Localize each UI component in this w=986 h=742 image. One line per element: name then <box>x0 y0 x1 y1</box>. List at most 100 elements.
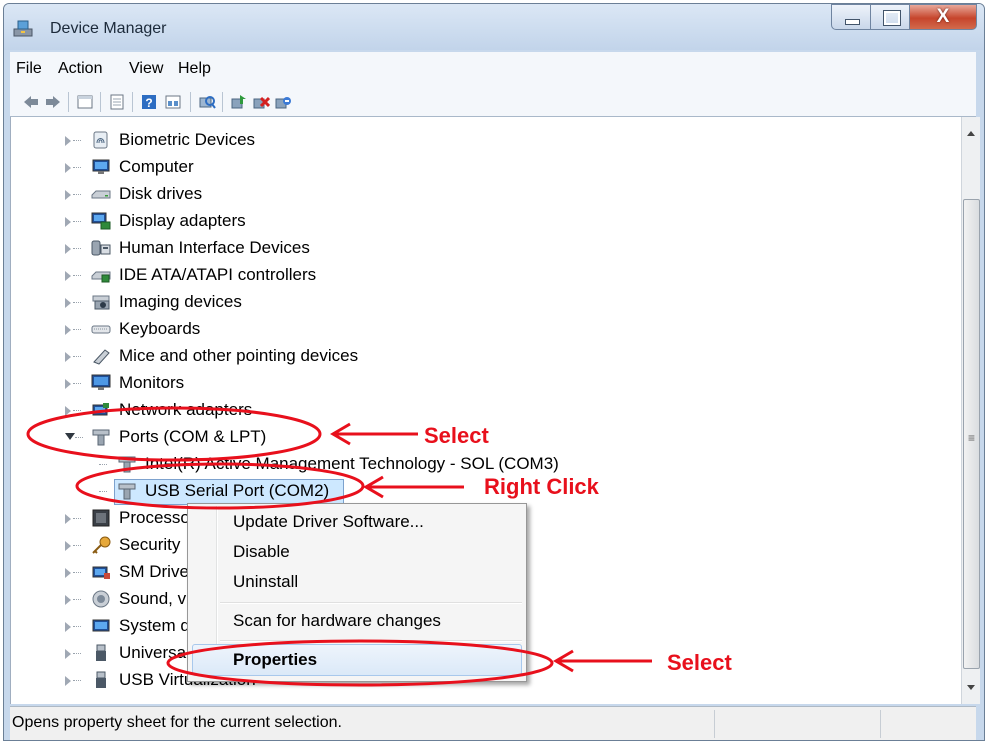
menu-file[interactable]: File <box>16 60 42 78</box>
tree-item-label: SM Drive <box>119 562 189 581</box>
tree-item-label: Sound, vi <box>119 589 190 608</box>
tree-item-label: Security <box>119 535 181 554</box>
menu-action[interactable]: Action <box>58 60 102 78</box>
scroll-thumb[interactable]: ≡ <box>963 199 980 669</box>
toolbar-separator <box>100 92 101 112</box>
tree-item-network-adapters[interactable]: Network adapters <box>11 397 951 424</box>
vertical-scrollbar[interactable]: ≡ <box>961 117 980 704</box>
tree-item-human-interface-devices[interactable]: Human Interface Devices <box>11 235 951 262</box>
tree-item-intel-amt-sol[interactable]: Intel(R) Active Management Technology - … <box>11 451 951 478</box>
title-bar[interactable]: Device Manager X <box>4 4 984 50</box>
tree-connector <box>99 464 107 465</box>
update-driver-icon[interactable] <box>230 93 248 111</box>
tree-item-label: Universal <box>119 643 190 662</box>
display-adapter-icon <box>91 212 111 230</box>
tree-item-label: Network adapters <box>119 400 253 419</box>
tree-connector <box>73 383 81 384</box>
tree-item-disk-drives[interactable]: Disk drives <box>11 181 951 208</box>
expand-arrow-icon[interactable] <box>65 136 71 146</box>
tree-connector <box>73 626 81 627</box>
show-hide-tree-icon[interactable] <box>76 93 94 111</box>
tree-item-ide-controllers[interactable]: IDE ATA/ATAPI controllers <box>11 262 951 289</box>
tree-item-biometric-devices[interactable]: Biometric Devices <box>11 127 951 154</box>
collapse-arrow-icon[interactable] <box>65 433 75 440</box>
toolbar-separator <box>190 92 191 112</box>
expand-arrow-icon[interactable] <box>65 244 71 254</box>
disk-drive-icon <box>91 190 111 199</box>
menu-bar: File Action View Help <box>10 52 976 84</box>
menu-item-update-driver[interactable]: Update Driver Software... <box>233 512 424 532</box>
tree-item-imaging-devices[interactable]: Imaging devices <box>11 289 951 316</box>
uninstall-icon[interactable] <box>252 93 270 111</box>
ide-controller-icon <box>91 271 111 283</box>
expand-arrow-icon[interactable] <box>65 163 71 173</box>
menu-help[interactable]: Help <box>178 60 211 78</box>
expand-arrow-icon[interactable] <box>65 379 71 389</box>
expand-arrow-icon[interactable] <box>65 298 71 308</box>
expand-arrow-icon[interactable] <box>65 541 71 551</box>
monitor-icon <box>91 374 111 390</box>
tree-item-usb-serial-port[interactable]: USB Serial Port (COM2) <box>11 478 951 505</box>
menu-item-uninstall[interactable]: Uninstall <box>233 572 298 592</box>
fingerprint-icon <box>93 131 108 149</box>
forward-icon[interactable] <box>44 93 62 111</box>
tree-connector <box>73 248 81 249</box>
keyboard-icon <box>91 325 111 334</box>
properties-icon[interactable] <box>108 93 126 111</box>
close-button[interactable]: X <box>909 4 977 30</box>
back-icon[interactable] <box>22 93 40 111</box>
tree-connector <box>73 410 81 411</box>
window-title: Device Manager <box>50 20 167 37</box>
scroll-up-icon[interactable] <box>967 131 975 136</box>
tree-item-monitors[interactable]: Monitors <box>11 370 951 397</box>
expand-arrow-icon[interactable] <box>65 649 71 659</box>
device-manager-icon <box>13 20 33 37</box>
annotation-select-properties: Select <box>667 650 732 675</box>
tree-item-label: Monitors <box>119 373 185 392</box>
expand-arrow-icon[interactable] <box>65 622 71 632</box>
view-icon[interactable] <box>164 93 182 111</box>
scroll-down-icon[interactable] <box>967 685 975 690</box>
hid-icon <box>91 240 111 256</box>
help-icon[interactable]: ? <box>140 93 158 111</box>
tree-item-display-adapters[interactable]: Display adapters <box>11 208 951 235</box>
expand-arrow-icon[interactable] <box>65 190 71 200</box>
expand-arrow-icon[interactable] <box>65 271 71 281</box>
menu-view[interactable]: View <box>129 60 163 78</box>
expand-arrow-icon[interactable] <box>65 676 71 686</box>
tree-item-computer[interactable]: Computer <box>11 154 951 181</box>
tree-item-label: Computer <box>119 157 194 176</box>
tree-connector <box>73 356 81 357</box>
tree-item-mice[interactable]: Mice and other pointing devices <box>11 343 951 370</box>
disable-icon[interactable] <box>274 93 292 111</box>
tree-item-label: Intel(R) Active Management Technology - … <box>145 454 559 473</box>
expand-arrow-icon[interactable] <box>65 595 71 605</box>
maximize-button[interactable] <box>870 4 910 30</box>
tree-item-label: Processo <box>119 508 190 527</box>
menu-item-disable[interactable]: Disable <box>233 542 290 562</box>
tree-item-label: Display adapters <box>119 211 246 230</box>
tree-connector <box>73 545 81 546</box>
tree-item-keyboards[interactable]: Keyboards <box>11 316 951 343</box>
tree-connector <box>73 221 81 222</box>
minimize-button[interactable] <box>831 4 871 30</box>
expand-arrow-icon[interactable] <box>65 568 71 578</box>
expand-arrow-icon[interactable] <box>65 352 71 362</box>
expand-arrow-icon[interactable] <box>65 325 71 335</box>
expand-arrow-icon[interactable] <box>65 217 71 227</box>
status-divider <box>880 710 881 738</box>
tree-item-label: Imaging devices <box>119 292 242 311</box>
close-icon: X <box>936 6 950 27</box>
menu-item-scan-hardware[interactable]: Scan for hardware changes <box>233 611 441 631</box>
expand-arrow-icon[interactable] <box>65 514 71 524</box>
menu-separator <box>220 602 522 604</box>
tree-connector <box>73 194 81 195</box>
expand-arrow-icon[interactable] <box>65 406 71 416</box>
port-icon <box>118 456 136 473</box>
tree-item-label: Ports (COM & LPT) <box>119 427 267 446</box>
tree-connector <box>73 599 81 600</box>
context-menu: Update Driver Software... Disable Uninst… <box>187 503 527 682</box>
scan-hardware-icon[interactable] <box>198 93 216 111</box>
tree-connector <box>99 491 107 492</box>
menu-item-properties[interactable]: Properties <box>233 650 317 670</box>
